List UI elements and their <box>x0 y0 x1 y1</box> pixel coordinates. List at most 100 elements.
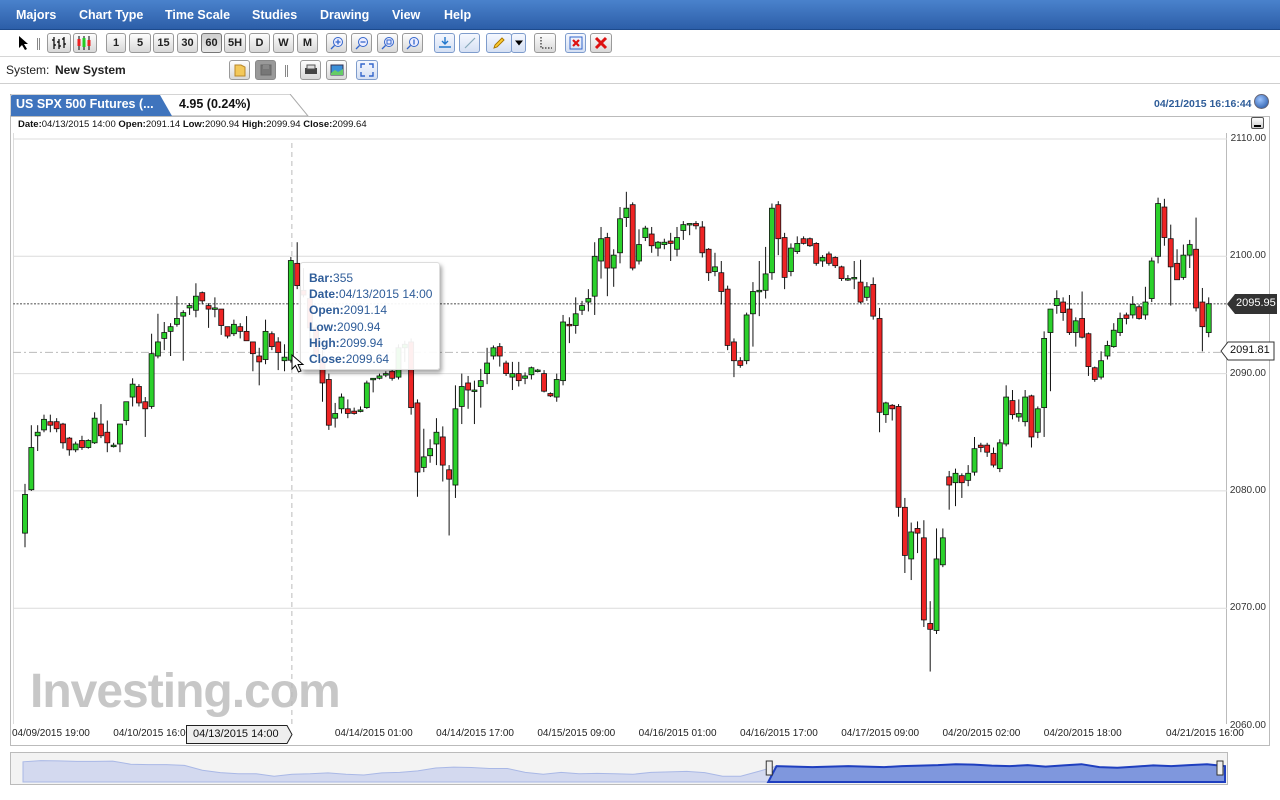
candle-down <box>256 355 263 363</box>
zoom-out-icon <box>355 37 368 50</box>
print-button[interactable] <box>300 60 321 80</box>
interval-5-button[interactable]: 5 <box>129 33 151 53</box>
zoom-fit-button[interactable] <box>377 33 398 53</box>
minimize-panel-button[interactable] <box>1251 117 1264 129</box>
info-high-label: High: <box>241 119 267 130</box>
candle-up <box>1110 329 1117 348</box>
candle-up <box>338 396 345 410</box>
fullscreen-button[interactable] <box>356 60 378 80</box>
candle-down <box>693 223 699 227</box>
time-tick-label: 04/15/2015 09:00 <box>537 728 616 739</box>
candle-down <box>920 537 927 621</box>
navigator[interactable] <box>10 752 1228 785</box>
interval-weekly-button[interactable]: W <box>273 33 294 53</box>
interval-5h-button[interactable]: 5H <box>224 33 246 53</box>
candle-down <box>205 305 212 310</box>
candle-down <box>465 382 472 391</box>
save-image-button[interactable] <box>326 60 347 80</box>
candle-up <box>598 238 604 262</box>
candle-down <box>870 284 877 317</box>
candle-down <box>718 272 725 292</box>
time-tick-label: 04/14/2015 17:00 <box>436 728 514 739</box>
candle-up <box>1022 396 1029 423</box>
zoom-out-button[interactable] <box>351 33 372 53</box>
trend-line-tool-button[interactable] <box>459 33 480 53</box>
menu-studies[interactable]: Studies <box>252 8 297 22</box>
candle-up <box>420 456 427 468</box>
open-system-button[interactable] <box>229 60 250 80</box>
print-icon <box>304 64 317 74</box>
candle-down <box>547 393 554 397</box>
ohlc-bars-button[interactable] <box>47 33 71 53</box>
menu-drawing[interactable]: Drawing <box>320 8 369 22</box>
interval-1-button[interactable]: 1 <box>106 33 126 53</box>
navigator-right-handle[interactable] <box>1216 760 1224 776</box>
candle-up <box>167 326 174 332</box>
candle-down <box>199 292 206 302</box>
navigator-left-handle[interactable] <box>765 760 773 776</box>
candle-down <box>243 330 250 342</box>
candle-down <box>249 341 256 355</box>
candle-up <box>1034 408 1041 433</box>
candlestick-button[interactable] <box>73 33 97 53</box>
candle-up <box>996 442 1003 470</box>
candle-down <box>1161 206 1168 238</box>
candle-down <box>1085 333 1092 367</box>
horizontal-line-tool-button[interactable] <box>434 33 455 53</box>
candle-down <box>629 204 636 269</box>
info-low-label: Low: <box>182 119 205 130</box>
time-tick-label: 04/20/2015 02:00 <box>942 728 1021 739</box>
crosshair-button[interactable] <box>534 33 556 53</box>
candle-up <box>161 332 168 339</box>
tooltip-high: 2099.94 <box>339 335 384 350</box>
info-open-label: Open: <box>118 119 146 130</box>
candle-up <box>680 224 687 231</box>
zoom-in-icon <box>330 37 343 50</box>
time-tick-label: 04/09/2015 19:00 <box>12 728 90 739</box>
image-icon <box>330 64 343 76</box>
menu-time-scale[interactable]: Time Scale <box>165 8 230 22</box>
menu-view[interactable]: View <box>392 8 420 22</box>
menu-majors[interactable]: Majors <box>16 8 56 22</box>
candle-up <box>579 305 585 311</box>
candle-up <box>971 448 978 473</box>
candle-down <box>826 253 832 264</box>
zoom-reset-button[interactable] <box>402 33 423 53</box>
candle-down <box>439 436 446 466</box>
interval-15-button[interactable]: 15 <box>153 33 174 53</box>
interval-daily-button[interactable]: D <box>249 33 270 53</box>
pencil-tool-button[interactable] <box>486 33 512 53</box>
toolbar-separator <box>37 38 40 50</box>
interval-60-button[interactable]: 60 <box>201 33 222 53</box>
interval-30-button[interactable]: 30 <box>177 33 198 53</box>
instrument-tab[interactable]: US SPX 500 Futures (... <box>16 97 154 111</box>
candle-down <box>1123 314 1130 319</box>
candlestick-chart[interactable] <box>13 133 1227 724</box>
candle-up <box>863 286 870 298</box>
candle-up <box>155 341 161 357</box>
delete-selected-button[interactable] <box>565 33 586 53</box>
menu-chart-type[interactable]: Chart Type <box>79 8 143 22</box>
folder-icon <box>234 64 245 77</box>
zoom-in-button[interactable] <box>326 33 347 53</box>
menu-help[interactable]: Help <box>444 8 471 22</box>
candle-up <box>72 443 79 451</box>
pointer-cursor-icon[interactable] <box>18 35 30 54</box>
candle-up <box>560 321 566 382</box>
tooltip-date: 04/13/2015 14:00 <box>339 287 433 302</box>
candle-down <box>705 248 712 274</box>
delete-selection-icon <box>569 36 582 50</box>
candle-up <box>585 298 592 303</box>
pencil-dropdown-button[interactable] <box>511 33 526 53</box>
candle-up <box>623 207 630 218</box>
candle-down <box>325 379 332 426</box>
candle-down <box>604 237 611 269</box>
candle-up <box>129 383 136 398</box>
interval-monthly-button[interactable]: M <box>297 33 318 53</box>
candle-up <box>534 369 541 372</box>
save-system-button[interactable] <box>255 60 276 80</box>
navigator-selection[interactable] <box>766 763 1226 783</box>
candle-up <box>1072 320 1079 333</box>
delete-all-button[interactable] <box>590 33 612 53</box>
candle-up <box>1205 303 1212 333</box>
